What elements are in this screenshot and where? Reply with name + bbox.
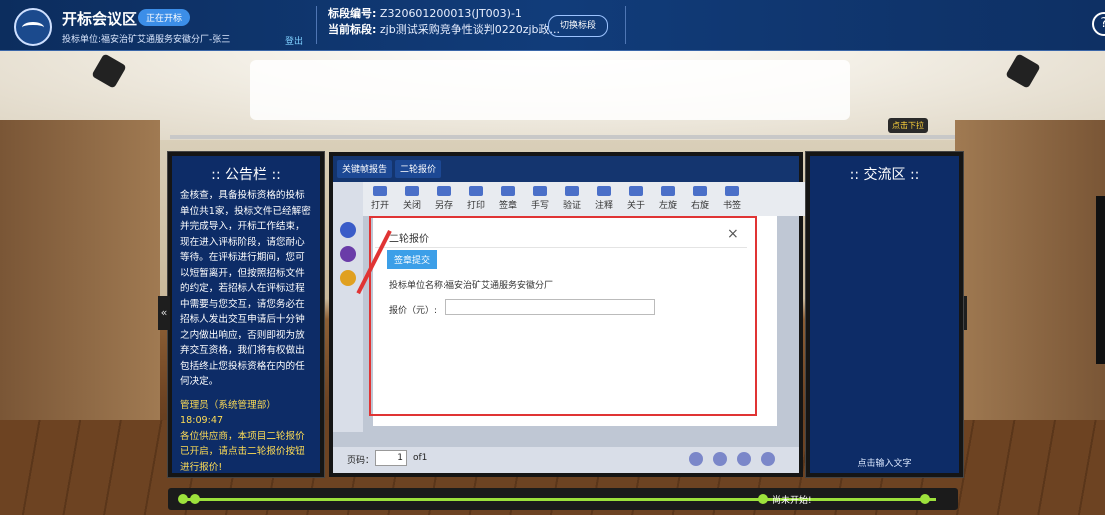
section-info: 标段编号: Z320601200013(JT003)-1 当前标段: zjb测试…	[328, 6, 560, 38]
progress-dot	[190, 494, 200, 504]
toolbar-rotate-right[interactable]: 右旋	[687, 186, 713, 216]
toolbar-bookmark[interactable]: 书签	[719, 186, 745, 216]
notice-board: :: 公告栏 :: 金核查，具备投标资格的投标单位共1家，投标文件已经解密并完成…	[168, 152, 324, 477]
progress-status: 尚未开始!	[772, 496, 812, 506]
toolbar-sign[interactable]: 签章	[495, 186, 521, 216]
logout-link[interactable]: 登出	[285, 34, 303, 47]
bidder-name-label: 投标单位名称:	[389, 281, 447, 291]
help-icon[interactable]: ?	[1092, 12, 1105, 36]
collapse-left-icon[interactable]: «	[158, 296, 170, 330]
page-number-input[interactable]: 1	[375, 450, 407, 466]
toolbar-about[interactable]: 关于	[623, 186, 649, 216]
price-input[interactable]	[445, 299, 655, 315]
admin-message: 各位供应商，本项目二轮报价已开启，请点击二轮报价按钮进行报价!	[180, 430, 305, 473]
chat-panel: :: 交流区 :: 点击输入文字	[806, 152, 963, 477]
toolbar-verify[interactable]: 验证	[559, 186, 585, 216]
divider	[375, 247, 747, 248]
progress-bar: 尚未开始!	[168, 488, 958, 510]
divider	[625, 6, 626, 44]
bidder-name-value: 福安治矿艾通服务安徽分厂	[445, 281, 554, 291]
ceiling-light	[250, 60, 850, 120]
close-icon[interactable]: ×	[727, 226, 739, 242]
toolbar-open[interactable]: 打开	[367, 186, 393, 216]
status-badge: 正在开标	[138, 9, 191, 26]
chat-input[interactable]: 点击输入文字	[810, 456, 959, 469]
tab-second-round-quote[interactable]: 二轮报价	[395, 160, 442, 178]
left-wall	[0, 120, 160, 420]
viewer-side-tools	[333, 182, 363, 432]
next-page-icon[interactable]	[737, 452, 751, 466]
right-edge-toolbar[interactable]	[1096, 196, 1105, 364]
progress-dot	[920, 494, 930, 504]
sign-submit-button[interactable]: 签章提交	[387, 250, 438, 269]
drop-down-button[interactable]: 点击下拉	[888, 118, 928, 133]
notice-body: 金核查，具备投标资格的投标单位共1家，投标文件已经解密并完成导入，开标工作结束，…	[172, 184, 320, 479]
tool-icon[interactable]	[340, 222, 356, 238]
logo-icon	[14, 8, 52, 46]
dialog-title: 二轮报价	[389, 234, 429, 245]
progress-dot	[178, 494, 188, 504]
divider	[316, 6, 317, 44]
notice-text: 金核查，具备投标资格的投标单位共1家，投标文件已经解密并完成导入，开标工作结束，…	[180, 190, 311, 387]
last-page-icon[interactable]	[761, 452, 775, 466]
price-label: 报价（元）:	[389, 306, 438, 316]
top-bar: 开标会议区 正在开标 投标单位:福安治矿艾通服务安徽分厂-张三 登出 标段编号:…	[0, 0, 1105, 51]
toolbar-annotate[interactable]: 注释	[591, 186, 617, 216]
pen-icon[interactable]	[340, 270, 356, 286]
right-wall	[955, 120, 1105, 420]
page-label: 页码：	[347, 456, 375, 466]
current-section-label: 当前标段:	[328, 23, 377, 36]
toolbar-rotate-left[interactable]: 左旋	[655, 186, 681, 216]
bidder-info: 投标单位:福安治矿艾通服务安徽分厂-张三	[62, 35, 231, 45]
second-round-quote-dialog: 二轮报价 × 签章提交 投标单位名称: 福安治矿艾通服务安徽分厂 报价（元）:	[375, 220, 747, 408]
first-page-icon[interactable]	[689, 452, 703, 466]
viewer-footer: 页码： 1 of1	[333, 447, 799, 473]
stage-rod	[170, 135, 955, 139]
tab-keyframe-report[interactable]: 关键帧报告	[337, 160, 393, 178]
viewer-toolbar: 打开 关闭 另存 打印 签章 手写 验证 注释 关于 左旋 右旋 书签	[363, 182, 807, 216]
notice-title: :: 公告栏 ::	[211, 167, 281, 183]
section-no: Z320601200013(JT003)-1	[379, 7, 522, 20]
toolbar-handwrite[interactable]: 手写	[527, 186, 553, 216]
switch-section-button[interactable]: 切换标段	[548, 15, 608, 37]
app-title: 开标会议区	[62, 10, 138, 28]
toolbar-close[interactable]: 关闭	[399, 186, 425, 216]
tool-icon[interactable]	[340, 246, 356, 262]
admin-line: 管理员（系统管理部）18:09:47	[180, 399, 276, 427]
section-no-label: 标段编号:	[328, 7, 377, 20]
prev-page-icon[interactable]	[713, 452, 727, 466]
progress-dot	[758, 494, 768, 504]
chat-title: :: 交流区 ::	[849, 167, 920, 183]
toolbar-save-as[interactable]: 另存	[431, 186, 457, 216]
current-section: zjb测试采购竞争性谈判0220zjb政...	[379, 23, 561, 36]
progress-track	[182, 498, 936, 501]
viewer-tabs: 关键帧报告 二轮报价	[333, 156, 799, 182]
toolbar-print[interactable]: 打印	[463, 186, 489, 216]
page-of: of1	[413, 453, 428, 463]
